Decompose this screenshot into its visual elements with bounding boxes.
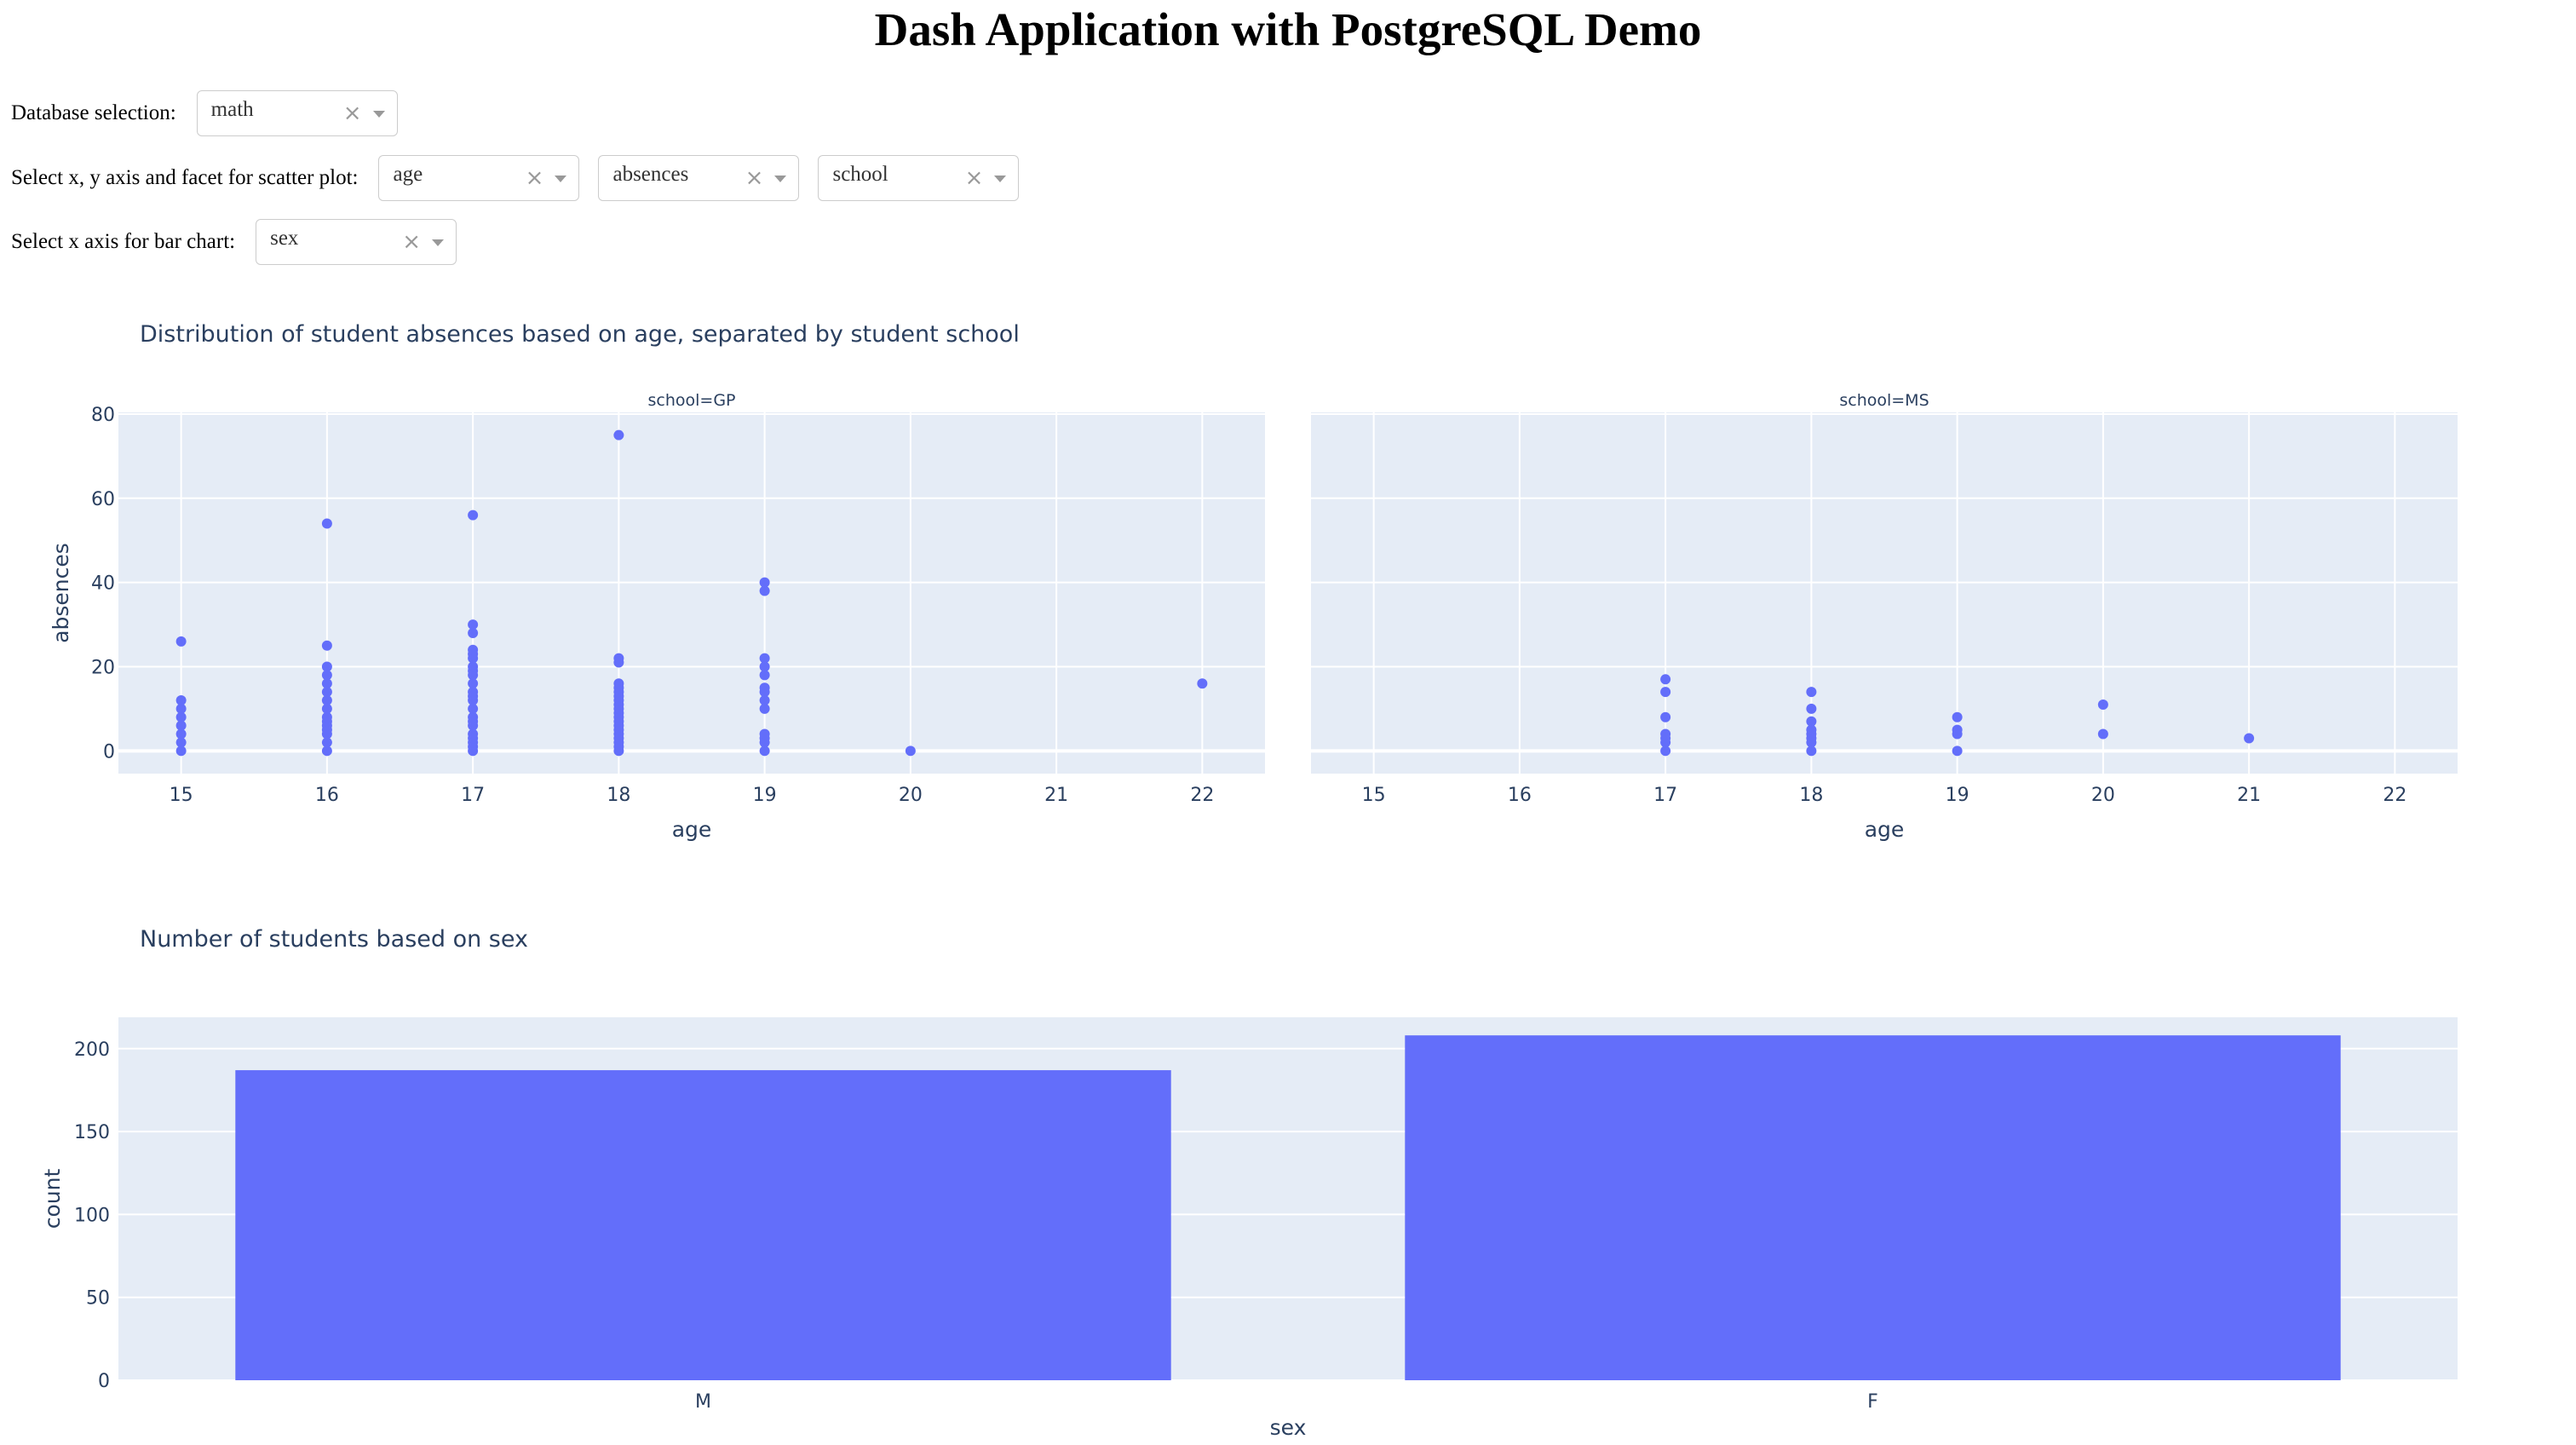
y-tick-label: 0 [103,741,115,763]
scatter-point [1806,687,1817,698]
charts-canvas[interactable]: 15 16 17 18 19 20 21 22 0 20 40 60 80 school=GP age 15 1… [0,0,2576,1445]
y-tick-label: 80 [91,405,115,426]
scatter-point [321,640,332,651]
x-tick-label: 20 [899,785,923,806]
y-tick-label: 50 [86,1288,110,1310]
scatter-point [759,653,770,664]
y-axis-title: absences [49,543,73,643]
x-tick-label: 19 [753,785,777,806]
x-tick-label: 19 [1946,785,1969,806]
y-tick-label: 0 [98,1371,110,1392]
x-tick-label: 17 [461,785,485,806]
scatter-point [1660,711,1671,722]
scatter-point [1952,711,1963,722]
facet-label: school=GP [647,391,735,410]
x-axis-title: age [1865,817,1905,842]
scatter-point [321,661,332,672]
plot-area [118,412,1265,774]
scatter-point [175,695,187,706]
scatter-point [613,653,624,664]
x-tick-label: 22 [2383,785,2406,806]
x-tick-label: 20 [2091,785,2115,806]
bar-f [1405,1035,2341,1380]
scatter-point [468,644,479,655]
x-tick-label: 18 [1799,785,1823,806]
scatter-point [1952,746,1963,757]
x-tick-label: 16 [1508,785,1532,806]
scatter-facet-ms [1311,412,2458,774]
scatter-point [1660,728,1671,740]
x-tick-label: 17 [1653,785,1677,806]
x-tick-label: 15 [170,785,193,806]
scatter-facet-gp [118,412,1265,774]
scatter-point [905,746,916,757]
bar-m [235,1070,1171,1380]
x-tick-label: 21 [2237,785,2261,806]
facet-label: school=MS [1839,391,1929,410]
scatter-point [1660,687,1671,698]
x-tick-label: 21 [1044,785,1068,806]
scatter-point [759,682,770,694]
scatter-point [1806,703,1817,714]
y-tick-label: 100 [74,1205,110,1226]
scatter-point [1660,674,1671,685]
scatter-point [468,509,479,521]
x-tick-label: M [695,1391,711,1413]
x-tick-label: 18 [607,785,630,806]
y-tick-label: 40 [91,573,115,595]
x-axis-title: age [672,817,712,842]
scatter-point [759,728,770,740]
y-tick-label: 20 [91,657,115,678]
scatter-point [759,577,770,588]
scatter-point [613,678,624,689]
scatter-point [175,636,187,647]
y-axis-title: count [40,1169,65,1229]
scatter-point [613,429,624,440]
scatter-point [321,518,332,529]
scatter-point [1806,716,1817,727]
y-tick-label: 200 [74,1039,110,1061]
x-tick-label: 16 [315,785,339,806]
scatter-point [1197,678,1208,689]
plot-area [1311,412,2458,774]
scatter-point [2244,733,2255,744]
x-tick-label: 22 [1190,785,1214,806]
scatter-point [2097,728,2108,740]
y-tick-label: 150 [74,1122,110,1143]
x-axis-title: sex [1270,1415,1307,1440]
scatter-point [468,619,479,630]
scatter-point [1952,724,1963,735]
y-tick-label: 60 [91,489,115,510]
scatter-point [2097,699,2108,710]
x-tick-label: 15 [1362,785,1386,806]
x-tick-label: F [1867,1391,1878,1413]
